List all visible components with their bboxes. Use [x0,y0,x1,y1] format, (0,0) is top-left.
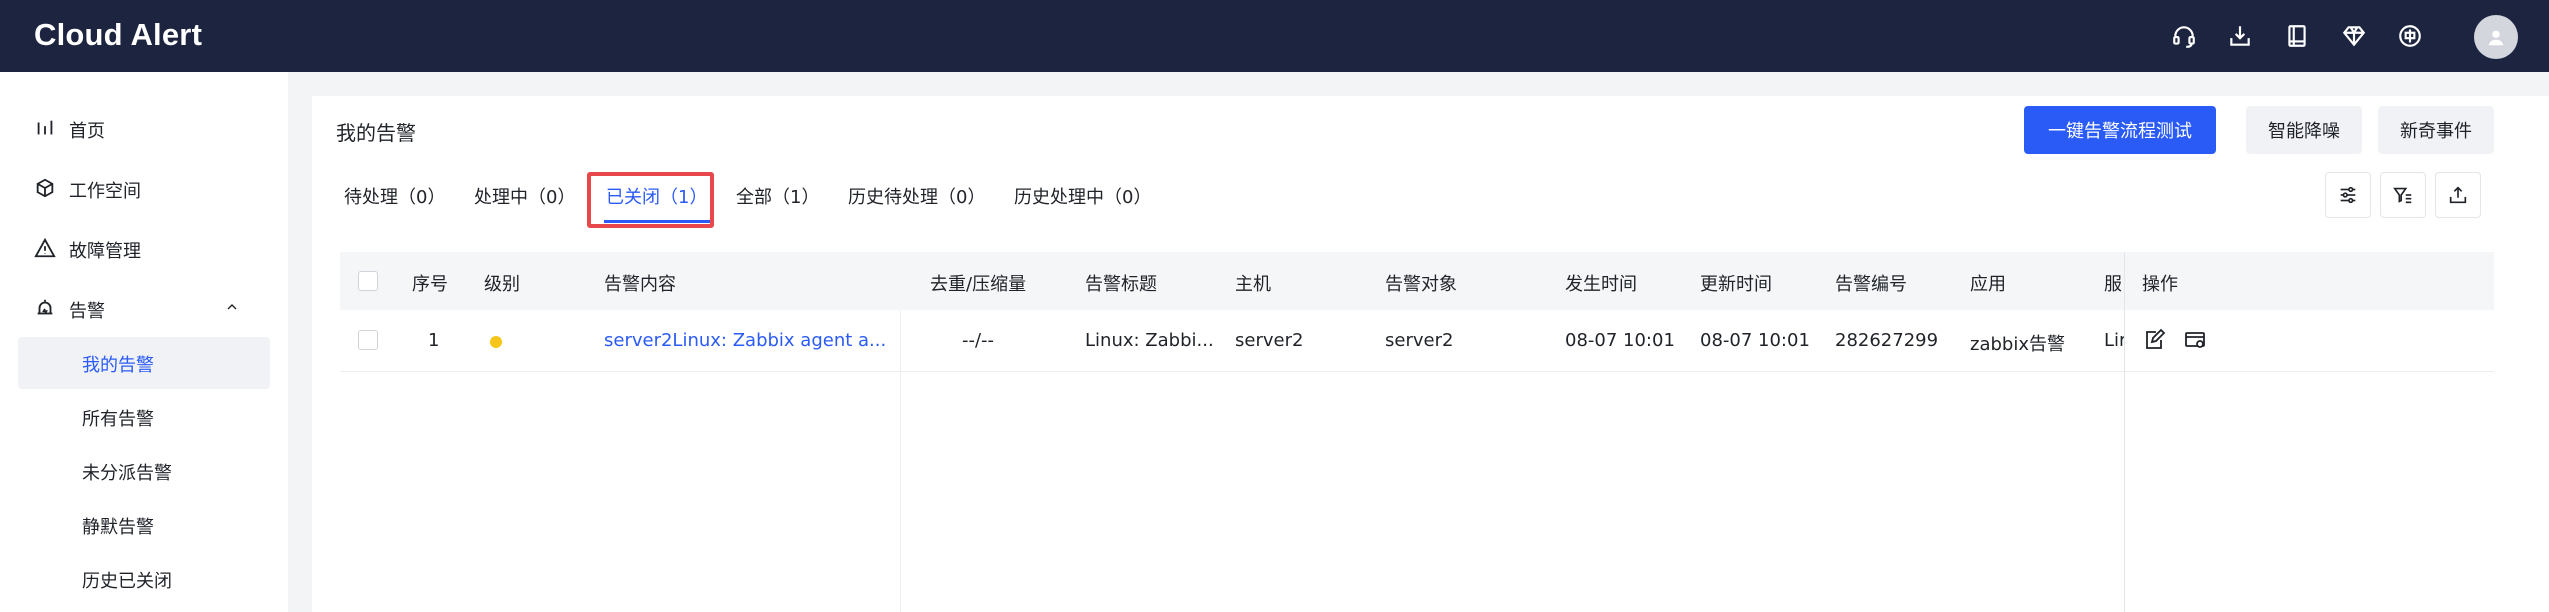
tab-highlight-box [587,172,714,228]
tab-processing[interactable]: 处理中（0） [474,176,575,216]
tab-all[interactable]: 全部（1） [736,176,819,216]
sidebar-item-workspace[interactable]: 工作空间 [0,165,288,213]
column-header: 发生时间 [1565,274,1637,295]
sidebar-subitem-label: 未分派告警 [82,463,172,484]
export-icon[interactable] [2435,172,2481,218]
column-divider [900,310,901,612]
chevron-up-icon[interactable] [224,299,244,319]
alarm-icon [34,297,58,321]
column-header: 应用 [1970,274,2006,295]
level-indicator [490,336,502,348]
column-header: 告警内容 [604,274,676,295]
table-row[interactable]: 1 server2Linux: Zabbix agent a... --/-- … [340,310,2494,372]
tab-history-pending[interactable]: 历史待处理（0） [848,176,985,216]
select-all-checkbox[interactable] [358,271,378,291]
table-header: 序号 级别 告警内容 去重/压缩量 告警标题 主机 告警对象 发生时间 更新时间… [340,252,2494,310]
column-header: 去重/压缩量 [930,274,1027,295]
sidebar-subitem-label: 所有告警 [82,409,154,430]
top-bar: Cloud Alert [0,0,2549,72]
application-name: zabbix告警 [1970,334,2065,355]
sidebar-subitem-history-closed[interactable]: 历史已关闭 [18,553,270,605]
alert-flow-test-button[interactable]: 一键告警流程测试 [2024,106,2216,154]
user-avatar-icon[interactable] [2474,15,2518,59]
sidebar-subitem-unassigned[interactable]: 未分派告警 [18,445,270,497]
tab-pending[interactable]: 待处理（0） [344,176,445,216]
diamond-icon[interactable] [2338,20,2370,52]
headset-icon[interactable] [2168,20,2200,52]
column-header: 主机 [1235,274,1271,295]
smart-denoise-button[interactable]: 智能降噪 [2246,106,2362,154]
sidebar-subitem-label: 我的告警 [82,355,154,376]
edit-icon[interactable] [2142,328,2168,354]
filter-icon[interactable] [2380,172,2426,218]
column-header: 操作 [2142,274,2178,295]
sidebar-subitem-my-alerts[interactable]: 我的告警 [18,337,270,389]
warning-icon [34,237,58,261]
column-header: 序号 [412,274,448,295]
column-header: 服 [2104,274,2122,295]
sidebar-subitem-all-alerts[interactable]: 所有告警 [18,391,270,443]
service-name: Lir [2104,330,2124,351]
column-header: 告警编号 [1835,274,1907,295]
row-checkbox[interactable] [358,330,378,350]
sidebar-subitem-silenced[interactable]: 静默告警 [18,499,270,551]
page-title: 我的告警 [336,121,416,145]
sidebar-item-label: 首页 [69,121,105,142]
sidebar-item-label: 工作空间 [69,181,141,202]
language-icon[interactable] [2394,20,2426,52]
tab-history-processing[interactable]: 历史处理中（0） [1014,176,1151,216]
alerts-table: 序号 级别 告警内容 去重/压缩量 告警标题 主机 告警对象 发生时间 更新时间… [340,252,2494,612]
sidebar-item-label: 故障管理 [69,241,141,262]
alert-id: 282627299 [1835,330,1939,351]
sidebar-subitem-label: 静默告警 [82,517,154,538]
bar-chart-icon [34,117,58,141]
column-header: 更新时间 [1700,274,1772,295]
book-icon[interactable] [2281,20,2313,52]
row-index: 1 [428,330,440,351]
settings-sliders-icon[interactable] [2325,172,2371,218]
settings-card-icon[interactable] [2183,328,2209,354]
updated-time: 08-07 10:01 [1700,330,1810,351]
fixed-column-divider [2124,252,2125,612]
status-tabs: 待处理（0） 处理中（0） 已关闭（1） 全部（1） 历史待处理（0） 历史处理… [312,168,1512,224]
sidebar-item-alerts[interactable]: 告警 [0,285,288,333]
sidebar-subitem-label: 历史已关闭 [82,571,172,592]
main-panel: 我的告警 一键告警流程测试 智能降噪 新奇事件 待处理（0） 处理中（0） 已关… [312,96,2549,612]
sidebar-item-incidents[interactable]: 故障管理 [0,225,288,273]
alert-title: Linux: Zabbi... [1085,330,1214,351]
dedup-count: --/-- [962,330,995,351]
alert-content-link[interactable]: server2Linux: Zabbix agent a... [604,330,886,351]
sidebar: 首页 工作空间 故障管理 告警 我的告警 所有告警 未分派告警 静默告警 历史已… [0,72,288,612]
occurred-time: 08-07 10:01 [1565,330,1675,351]
host-name: server2 [1235,330,1304,351]
cube-icon [34,177,58,201]
alert-target: server2 [1385,330,1454,351]
app-title: Cloud Alert [34,17,203,52]
download-icon[interactable] [2224,20,2256,52]
sidebar-item-label: 告警 [69,301,105,322]
column-header: 级别 [484,274,520,295]
novel-event-button[interactable]: 新奇事件 [2378,106,2494,154]
sidebar-item-home[interactable]: 首页 [0,105,288,153]
column-header: 告警标题 [1085,274,1157,295]
column-header: 告警对象 [1385,274,1457,295]
